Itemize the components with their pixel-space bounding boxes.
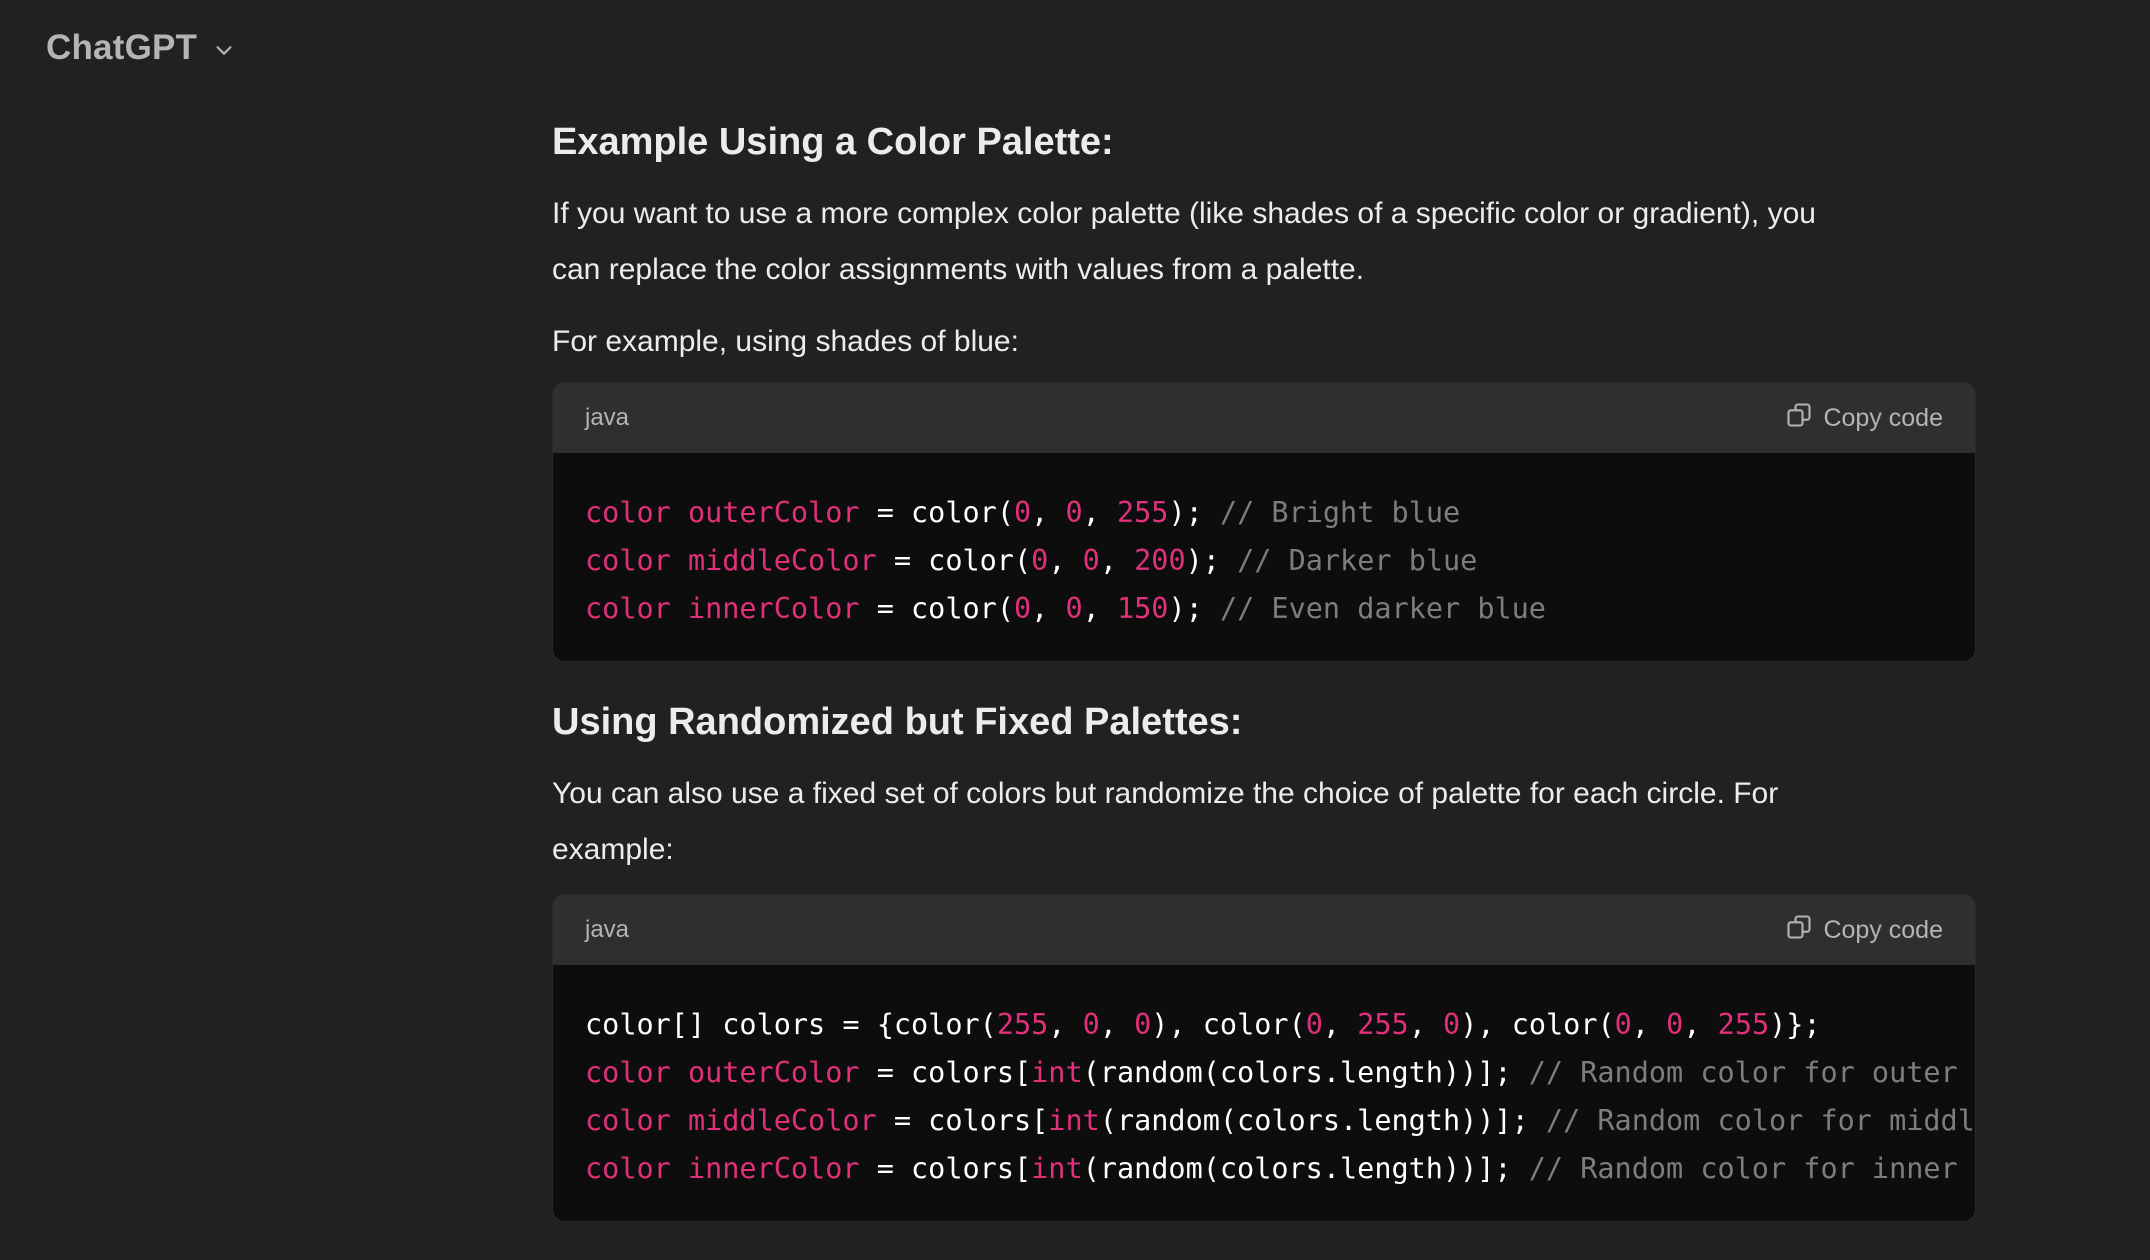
- code-token: // Darker blue: [1237, 544, 1478, 577]
- code-token: ,: [1082, 496, 1117, 529]
- code-token: 0: [1443, 1008, 1461, 1041]
- copy-code-button[interactable]: Copy code: [1785, 401, 1943, 436]
- code-token: color middleColor: [585, 544, 877, 577]
- code-block-header: java Copy code: [553, 383, 1975, 453]
- paragraph: If you want to use a more complex color …: [552, 186, 1976, 298]
- code-token: ,: [1631, 1008, 1667, 1041]
- code-line: color innerColor = color(0, 0, 150); // …: [585, 585, 1975, 633]
- code-token: int: [1048, 1104, 1100, 1137]
- chevron-down-icon: [211, 37, 237, 63]
- code-token: (random(colors.length))];: [1099, 1104, 1546, 1137]
- code-token: ,: [1322, 1008, 1358, 1041]
- code-token: color middleColor: [585, 1104, 877, 1137]
- code-token: );: [1185, 544, 1238, 577]
- code-token: );: [1168, 496, 1220, 529]
- app-title: ChatGPT: [46, 28, 198, 67]
- code-token: color innerColor: [585, 592, 860, 625]
- code-line: color middleColor = colors[int(random(co…: [585, 1097, 1975, 1145]
- code-token: color outerColor: [585, 496, 860, 529]
- code-token: 255: [996, 1008, 1049, 1041]
- paragraph-line: example:: [552, 833, 674, 866]
- code-token: ,: [1082, 592, 1117, 625]
- code-token: = colors[: [876, 1104, 1049, 1137]
- code-token: ,: [1099, 544, 1135, 577]
- code-token: 0: [1614, 1008, 1632, 1041]
- code-block: java Copy code color[] colors = {color(2…: [552, 894, 1976, 1222]
- code-token: color innerColor: [585, 1152, 860, 1185]
- paragraph-line: can replace the color assignments with v…: [552, 253, 1365, 286]
- copy-code-label: Copy code: [1823, 403, 1943, 432]
- code-block: java Copy code color outerColor = color(…: [552, 382, 1976, 662]
- code-content: color outerColor = color(0, 0, 255); // …: [553, 453, 1975, 661]
- code-token: (random(colors.length))];: [1082, 1152, 1529, 1185]
- code-token: 0: [1082, 1008, 1100, 1041]
- code-language-label: java: [585, 916, 630, 943]
- code-token: 0: [1065, 496, 1083, 529]
- chat-message: Example Using a Color Palette: If you wa…: [552, 110, 1976, 1222]
- code-language-label: java: [585, 404, 630, 431]
- code-line: color[] colors = {color(255, 0, 0), colo…: [585, 1001, 1975, 1049]
- code-token: 255: [1717, 1008, 1770, 1041]
- code-token: )};: [1769, 1008, 1821, 1041]
- paragraph: For example, using shades of blue:: [552, 325, 1019, 358]
- code-token: ,: [1031, 592, 1066, 625]
- code-token: // Random color for middl: [1545, 1104, 1975, 1137]
- paragraph-line: If you want to use a more complex color …: [552, 197, 1816, 230]
- code-token: ,: [1099, 1008, 1135, 1041]
- code-token: ,: [1408, 1008, 1444, 1041]
- section-heading: Example Using a Color Palette:: [552, 121, 1114, 163]
- paragraph-line: You can also use a fixed set of colors b…: [552, 777, 1779, 810]
- code-token: 0: [1305, 1008, 1323, 1041]
- code-token: color[] colors = {color(: [585, 1008, 997, 1041]
- paragraph: You can also use a fixed set of colors b…: [552, 766, 1976, 878]
- code-token: 255: [1116, 496, 1169, 529]
- code-token: );: [1168, 592, 1220, 625]
- code-token: // Bright blue: [1219, 496, 1461, 529]
- code-token: 0: [1013, 592, 1032, 625]
- copy-code-label: Copy code: [1823, 915, 1943, 944]
- code-token: (random(colors.length))];: [1082, 1056, 1529, 1089]
- code-token: = colors[: [859, 1056, 1032, 1089]
- code-token: 0: [1013, 496, 1032, 529]
- code-token: 150: [1116, 592, 1169, 625]
- code-token: 0: [1666, 1008, 1684, 1041]
- code-line: color middleColor = color(0, 0, 200); //…: [585, 537, 1975, 585]
- code-content: color[] colors = {color(255, 0, 0), colo…: [553, 965, 1975, 1221]
- copy-code-button[interactable]: Copy code: [1785, 913, 1943, 948]
- code-token: int: [1031, 1056, 1083, 1089]
- code-token: ,: [1048, 544, 1083, 577]
- code-token: // Random color for outer: [1528, 1056, 1958, 1089]
- code-token: 0: [1082, 544, 1100, 577]
- code-token: int: [1031, 1152, 1083, 1185]
- copy-icon: [1785, 913, 1813, 948]
- code-token: // Random color for inner: [1528, 1152, 1958, 1185]
- code-token: color outerColor: [585, 1056, 860, 1089]
- code-token: ,: [1048, 1008, 1083, 1041]
- code-token: ,: [1031, 496, 1066, 529]
- model-selector[interactable]: ChatGPT: [46, 24, 237, 72]
- code-token: ), color(: [1151, 1008, 1306, 1041]
- code-token: ,: [1683, 1008, 1718, 1041]
- code-token: // Even darker blue: [1219, 592, 1546, 625]
- code-token: 200: [1134, 544, 1186, 577]
- code-token: = color(: [859, 592, 1014, 625]
- code-token: 255: [1357, 1008, 1409, 1041]
- section-heading: Using Randomized but Fixed Palettes:: [552, 701, 1243, 743]
- code-line: color outerColor = color(0, 0, 255); // …: [585, 489, 1975, 537]
- copy-icon: [1785, 401, 1813, 436]
- code-token: = color(: [859, 496, 1014, 529]
- code-line: color outerColor = colors[int(random(col…: [585, 1049, 1975, 1097]
- code-token: ), color(: [1460, 1008, 1615, 1041]
- code-token: = colors[: [859, 1152, 1032, 1185]
- code-block-header: java Copy code: [553, 895, 1975, 965]
- code-line: color innerColor = colors[int(random(col…: [585, 1145, 1975, 1193]
- code-token: = color(: [876, 544, 1032, 577]
- code-token: 0: [1065, 592, 1083, 625]
- code-token: 0: [1031, 544, 1049, 577]
- code-token: 0: [1134, 1008, 1152, 1041]
